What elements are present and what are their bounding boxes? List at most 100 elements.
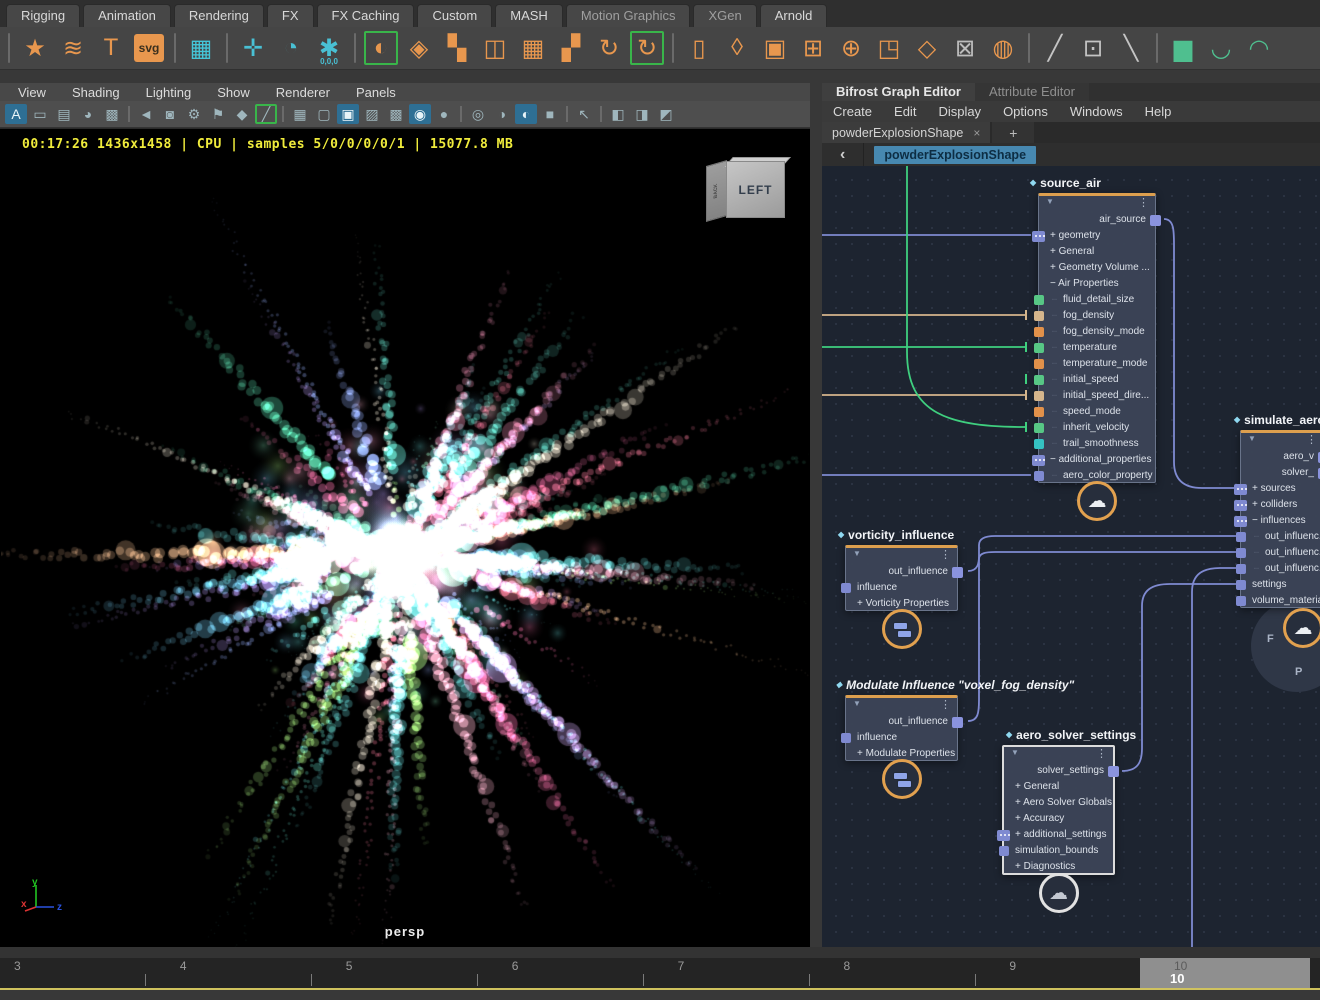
- svg-tool-icon[interactable]: svg: [132, 31, 166, 65]
- camera-lock-icon[interactable]: ◙: [159, 104, 181, 124]
- joint-icon[interactable]: ✛: [236, 31, 270, 65]
- node-menu-icon[interactable]: ⋮: [940, 548, 951, 561]
- output-port-out-influence[interactable]: [952, 717, 963, 728]
- shelf-tab-motion-graphics[interactable]: Motion Graphics: [566, 4, 691, 27]
- sphere-ground-icon[interactable]: ◎: [467, 104, 489, 124]
- input-port-initial-speed-dire-[interactable]: [1034, 391, 1044, 401]
- node-aero_solver_settings[interactable]: ▼⋮solver_settings+ General+ Aero Solver …: [1002, 745, 1115, 875]
- input-port-settings[interactable]: [1236, 580, 1246, 590]
- node-row-volume-materia-[interactable]: volume_materia...: [1241, 593, 1320, 609]
- curved-plane2-icon[interactable]: ◠: [1242, 31, 1276, 65]
- curve-pen-icon[interactable]: ╱: [1038, 31, 1072, 65]
- bifrost-menu-display[interactable]: Display: [927, 104, 992, 119]
- film-gate-icon[interactable]: ▤: [53, 104, 75, 124]
- shelf-tab-animation[interactable]: Animation: [83, 4, 171, 27]
- node-row-settings[interactable]: settings: [1241, 577, 1320, 593]
- grid-window-icon[interactable]: ▦: [184, 31, 218, 65]
- camera-icon[interactable]: ◄: [135, 104, 157, 124]
- node-row--additional-properties[interactable]: − additional_properties: [1039, 452, 1155, 468]
- breadcrumb-current[interactable]: powderExplosionShape: [874, 146, 1036, 164]
- cube-icon[interactable]: ▣: [758, 31, 792, 65]
- page-cube-icon[interactable]: ◳: [872, 31, 906, 65]
- input-port-simulation-bounds[interactable]: [999, 846, 1009, 856]
- view-cube-left-face[interactable]: LEFT: [726, 161, 785, 218]
- node-modulate_influence[interactable]: ▼⋮out_influenceinfluence+ Modulate Prope…: [845, 695, 958, 761]
- input-port-fluid-detail-size[interactable]: [1034, 295, 1044, 305]
- editor-tab-attribute-editor[interactable]: Attribute Editor: [975, 83, 1089, 101]
- input-port-inherit-velocity[interactable]: [1034, 423, 1044, 433]
- input-port-trail-smoothness[interactable]: [1034, 439, 1044, 449]
- type-tool-icon[interactable]: T: [94, 31, 128, 65]
- sparkle-tool-icon[interactable]: ★: [18, 31, 52, 65]
- node-graph-canvas[interactable]: F P ◆source_air▼⋮air_source+ geometry+ G…: [822, 166, 1320, 947]
- node-row-temperature[interactable]: ┈temperature: [1039, 340, 1155, 356]
- node-row--geometry[interactable]: + geometry: [1039, 228, 1155, 244]
- input-port-out-influenc-[interactable]: [1236, 548, 1246, 558]
- render-view[interactable]: [1, 130, 809, 947]
- lattice-icon[interactable]: ⊠: [948, 31, 982, 65]
- node-badge-source_air[interactable]: ☁: [1077, 481, 1117, 521]
- shelf-tab-fx-caching[interactable]: FX Caching: [317, 4, 415, 27]
- compass-icon[interactable]: ◆: [231, 104, 253, 124]
- node-badge-simulate_aero[interactable]: ☁: [1283, 608, 1320, 648]
- node-row-out-influenc-[interactable]: ┈out_influenc...: [1241, 545, 1320, 561]
- input-port-out-influenc-[interactable]: [1236, 532, 1246, 542]
- input-port--sources[interactable]: [1234, 484, 1247, 495]
- input-port--influences[interactable]: [1234, 516, 1247, 527]
- output-port-air-source[interactable]: [1150, 215, 1161, 226]
- node-source_air[interactable]: ▼⋮air_source+ geometry+ General+ Geometr…: [1038, 193, 1156, 483]
- bookmark-icon[interactable]: ⚑: [207, 104, 229, 124]
- node-row-inherit-velocity[interactable]: ┈inherit_velocity: [1039, 420, 1155, 436]
- proxy-label[interactable]: P: [1295, 666, 1302, 678]
- pie-shade-icon[interactable]: ◕: [77, 104, 99, 124]
- grid-display-icon[interactable]: ▦: [289, 104, 311, 124]
- node-row-air-source[interactable]: air_source: [1039, 212, 1155, 228]
- output-port-out-influence[interactable]: [952, 567, 963, 578]
- back-chevron-icon[interactable]: ‹: [822, 146, 863, 164]
- checker-icon[interactable]: ▩: [385, 104, 407, 124]
- bifrost-menu-edit[interactable]: Edit: [883, 104, 927, 119]
- globe-icon[interactable]: ◍: [986, 31, 1020, 65]
- editor-tab-bifrost-graph-editor[interactable]: Bifrost Graph Editor: [822, 83, 975, 101]
- textured-icon[interactable]: ▨: [361, 104, 383, 124]
- node-row-temperature-mode[interactable]: ┈temperature_mode: [1039, 356, 1155, 372]
- image-plane-icon[interactable]: ▩: [101, 104, 123, 124]
- node-menu-icon[interactable]: ⋮: [940, 698, 951, 711]
- layer-front-icon[interactable]: ◧: [607, 104, 629, 124]
- input-port--geometry[interactable]: [1032, 231, 1045, 242]
- node-badge-vorticity_influence[interactable]: [882, 609, 922, 649]
- input-port-initial-speed[interactable]: [1034, 375, 1044, 385]
- viewport-menu-shading[interactable]: Shading: [64, 85, 128, 100]
- node-row-out-influence[interactable]: out_influence: [846, 714, 957, 730]
- node-row-aero-v[interactable]: aero_v: [1241, 449, 1320, 465]
- flatten-icon[interactable]: ◊: [720, 31, 754, 65]
- node-row--aero-solver-globals[interactable]: + Aero Solver Globals: [1004, 795, 1113, 811]
- input-port-out-influenc-[interactable]: [1236, 564, 1246, 574]
- node-row-fluid-detail-size[interactable]: ┈fluid_detail_size: [1039, 292, 1155, 308]
- falloff-icon[interactable]: ◈: [402, 31, 436, 65]
- diamond-icon[interactable]: ◇: [910, 31, 944, 65]
- occlusion-icon[interactable]: ◐: [515, 104, 537, 124]
- mash-replace-sel-icon[interactable]: ↻: [630, 31, 664, 65]
- select-by-type-icon[interactable]: A: [5, 104, 27, 124]
- pencil-green-icon[interactable]: ╱: [255, 104, 277, 124]
- node-row-speed-mode[interactable]: ┈speed_mode: [1039, 404, 1155, 420]
- node-row--accuracy[interactable]: + Accuracy: [1004, 811, 1113, 827]
- node-row--general[interactable]: + General: [1004, 779, 1113, 795]
- input-port-influence[interactable]: [841, 583, 851, 593]
- bifrost-menu-options[interactable]: Options: [992, 104, 1059, 119]
- node-title-simulate_aero[interactable]: ◆simulate_aero: [1234, 413, 1320, 427]
- final-label[interactable]: F: [1267, 633, 1274, 645]
- edit-handles-icon[interactable]: ⊡: [1076, 31, 1110, 65]
- shelf-tab-rendering[interactable]: Rendering: [174, 4, 264, 27]
- node-title-vorticity_influence[interactable]: ◆vorticity_influence: [838, 528, 954, 542]
- isolate-select-icon[interactable]: ◐: [364, 31, 398, 65]
- pencil-icon[interactable]: ╲: [1114, 31, 1148, 65]
- shelf-tab-fx[interactable]: FX: [267, 4, 314, 27]
- node-row-influence[interactable]: influence: [846, 580, 957, 596]
- node-row-initial-speed-dire-[interactable]: ┈initial_speed_dire...: [1039, 388, 1155, 404]
- collapse-arrow-icon[interactable]: ▼: [1046, 197, 1054, 206]
- node-row-solver-settings[interactable]: solver_settings: [1004, 763, 1113, 779]
- sphere2-icon[interactable]: ◑: [491, 104, 513, 124]
- wire-cube-icon[interactable]: ▢: [313, 104, 335, 124]
